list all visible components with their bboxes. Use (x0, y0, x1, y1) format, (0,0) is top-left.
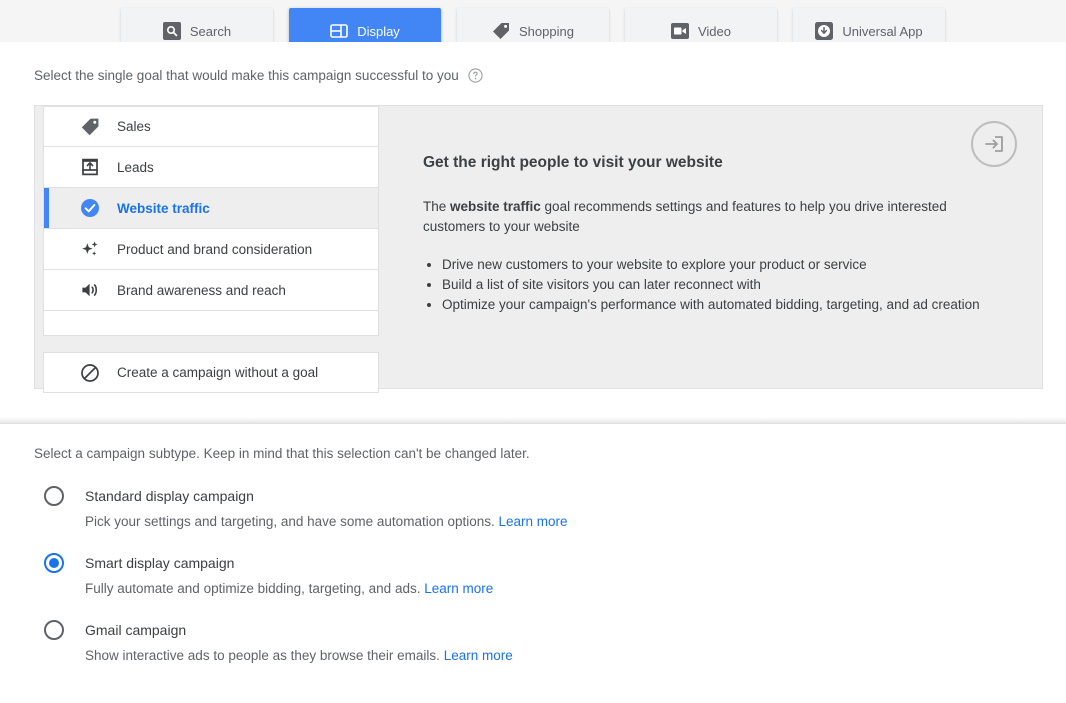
search-icon (162, 22, 181, 40)
goal-panel: Sales Leads Website traffic Product and … (34, 105, 1043, 393)
enter-box-arrow-icon (971, 121, 1017, 167)
goal-item-no-goal[interactable]: Create a campaign without a goal (43, 352, 379, 393)
subtype-option-label: Smart display campaign (85, 555, 235, 571)
price-tag-icon (80, 117, 100, 137)
subtype-option-description: Fully automate and optimize bidding, tar… (85, 581, 944, 596)
goal-item-label: Brand awareness and reach (117, 282, 286, 298)
goal-item-leads[interactable]: Leads (43, 147, 379, 188)
goal-item-product-brand-consideration[interactable]: Product and brand consideration (43, 229, 379, 270)
goal-item-website-traffic[interactable]: Website traffic (43, 188, 379, 229)
subtype-option-smart-display-row[interactable]: Smart display campaign (44, 553, 944, 573)
tab-universal-app-label: Universal App (842, 23, 923, 39)
subtype-option-label: Standard display campaign (85, 488, 254, 504)
display-layout-icon (330, 22, 348, 40)
goal-item-brand-awareness-reach[interactable]: Brand awareness and reach (43, 270, 379, 311)
circle-down-arrow-icon (815, 22, 834, 40)
check-circle-icon (80, 198, 100, 218)
goal-item-label: Create a campaign without a goal (117, 365, 319, 380)
goal-item-label: Website traffic (117, 200, 210, 216)
goal-item-sales[interactable]: Sales (43, 106, 379, 147)
tab-video-label: Video (697, 23, 731, 39)
subtype-option-gmail-row[interactable]: Gmail campaign (44, 620, 944, 640)
help-circle-icon[interactable] (468, 68, 483, 83)
learn-more-link-standard[interactable]: Learn more (499, 514, 568, 529)
subtype-option-standard-display-row[interactable]: Standard display campaign (44, 486, 944, 506)
campaign-subtype-section: Select a campaign subtype. Keep in mind … (0, 424, 1066, 703)
goal-detail-body-before: The (423, 199, 451, 214)
goal-detail-body: The website traffic goal recommends sett… (423, 197, 982, 237)
learn-more-link-smart[interactable]: Learn more (424, 581, 493, 596)
tab-shopping-label: Shopping (519, 23, 574, 39)
campaign-type-tabs: Search Display Shopping Video Universal … (0, 0, 1066, 54)
subtype-option-description-text: Fully automate and optimize bidding, tar… (85, 581, 421, 596)
radio-smart-display[interactable] (44, 553, 64, 573)
sparkle-icon (80, 239, 100, 259)
subtype-option-description-text: Show interactive ads to people as they b… (85, 648, 440, 663)
subtype-option-label: Gmail campaign (85, 622, 187, 638)
goal-list: Sales Leads Website traffic Product and … (43, 106, 379, 393)
learn-more-link-gmail[interactable]: Learn more (444, 648, 513, 663)
goal-detail-title: Get the right people to visit your websi… (423, 154, 723, 171)
radio-standard-display[interactable] (44, 486, 64, 506)
goal-list-gap (43, 336, 379, 352)
price-tag-icon (492, 22, 510, 40)
subtype-radio-group: Standard display campaign Pick your sett… (44, 486, 944, 687)
no-entry-icon (80, 363, 100, 383)
goal-selection-section: Select the single goal that would make t… (0, 42, 1066, 417)
goal-detail-bullet: Optimize your campaign's performance wit… (442, 295, 982, 315)
subtype-option-description-text: Pick your settings and targeting, and ha… (85, 514, 495, 529)
goal-question-row: Select the single goal that would make t… (34, 68, 483, 83)
goal-detail-panel: Get the right people to visit your websi… (387, 106, 1042, 388)
video-camera-icon (670, 22, 689, 40)
goal-item-label: Leads (117, 159, 154, 175)
subtype-intro-text: Select a campaign subtype. Keep in mind … (34, 446, 530, 461)
goal-detail-body-bold: website traffic (450, 199, 541, 214)
upload-box-icon (80, 157, 100, 177)
goal-detail-bullets: Drive new customers to your website to e… (423, 255, 982, 315)
tab-search-label: Search (189, 23, 232, 39)
radio-gmail[interactable] (44, 620, 64, 640)
subtype-option-standard-display: Standard display campaign Pick your sett… (44, 486, 944, 529)
goal-list-empty-row (43, 311, 379, 336)
subtype-option-description: Show interactive ads to people as they b… (85, 648, 944, 663)
goal-detail-bullet: Drive new customers to your website to e… (442, 255, 982, 275)
tab-display-label: Display (357, 23, 400, 39)
subtype-option-description: Pick your settings and targeting, and ha… (85, 514, 944, 529)
goal-item-label: Product and brand consideration (117, 241, 313, 257)
subtype-option-smart-display: Smart display campaign Fully automate an… (44, 553, 944, 596)
goal-item-label: Sales (117, 119, 151, 134)
subtype-option-gmail: Gmail campaign Show interactive ads to p… (44, 620, 944, 663)
goal-detail-bullet: Build a list of site visitors you can la… (442, 275, 982, 295)
goal-question-text: Select the single goal that would make t… (34, 68, 459, 83)
speaker-volume-icon (80, 280, 100, 300)
